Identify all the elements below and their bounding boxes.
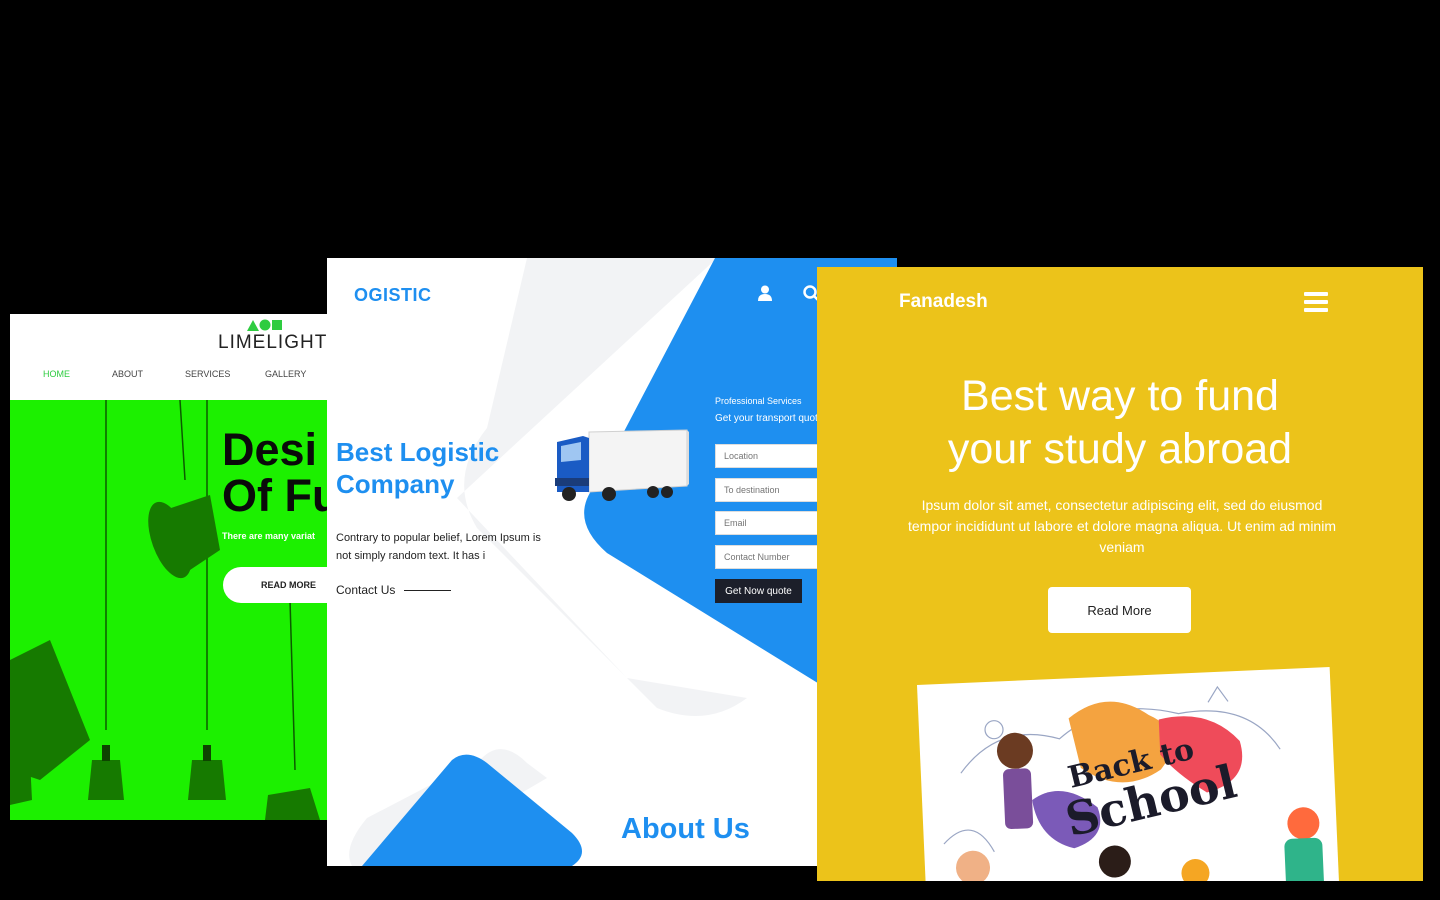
contact-underline (404, 590, 451, 591)
logistic-website-preview: OGISTIC Best Logistic Company Contrary t… (327, 258, 897, 866)
contact-us-link[interactable]: Contact Us (336, 583, 395, 597)
form-kicker: Professional Services (715, 396, 802, 406)
fanadesh-website-preview: Fanadesh Best way to fund your study abr… (817, 267, 1423, 881)
logistic-hero-description: Contrary to popular belief, Lorem Ipsum … (336, 532, 541, 562)
limelight-subtext: There are many variat (222, 531, 316, 541)
user-icon[interactable] (758, 285, 772, 306)
back-to-school-poster: Back to School (917, 666, 1341, 881)
limelight-nav: HOME ABOUT SERVICES GALLERY (10, 369, 327, 381)
limelight-logo-text: LIMELIGHT (218, 332, 327, 353)
form-title: Get your transport quote (715, 413, 824, 424)
logistic-brand-logo[interactable]: OGISTIC (354, 285, 432, 306)
limelight-logo-mark (247, 319, 283, 331)
about-us-heading: About Us (621, 813, 750, 845)
limelight-headline: Desi Of Fu (222, 424, 327, 521)
get-quote-button[interactable]: Get Now quote (715, 579, 802, 603)
nav-item-home[interactable]: HOME (43, 369, 70, 379)
logistic-hero-title: Best Logistic Company (336, 437, 500, 499)
limelight-website-preview: LIMELIGHT HOME ABOUT SERVICES GALLERY De… (10, 314, 327, 820)
nav-item-about[interactable]: ABOUT (112, 369, 143, 379)
nav-item-services[interactable]: SERVICES (185, 369, 230, 379)
fanadesh-body-text: Ipsum dolor sit amet, consectetur adipis… (907, 497, 1336, 555)
hamburger-menu-icon[interactable] (1304, 292, 1328, 312)
limelight-read-more-button[interactable]: READ MORE (223, 567, 327, 603)
nav-item-gallery[interactable]: GALLERY (265, 369, 306, 379)
fanadesh-read-more-button[interactable]: Read More (1048, 587, 1191, 633)
fanadesh-headline: Best way to fund your study abroad (947, 372, 1293, 473)
fanadesh-brand-logo[interactable]: Fanadesh (899, 291, 988, 313)
truck-image (553, 426, 689, 509)
